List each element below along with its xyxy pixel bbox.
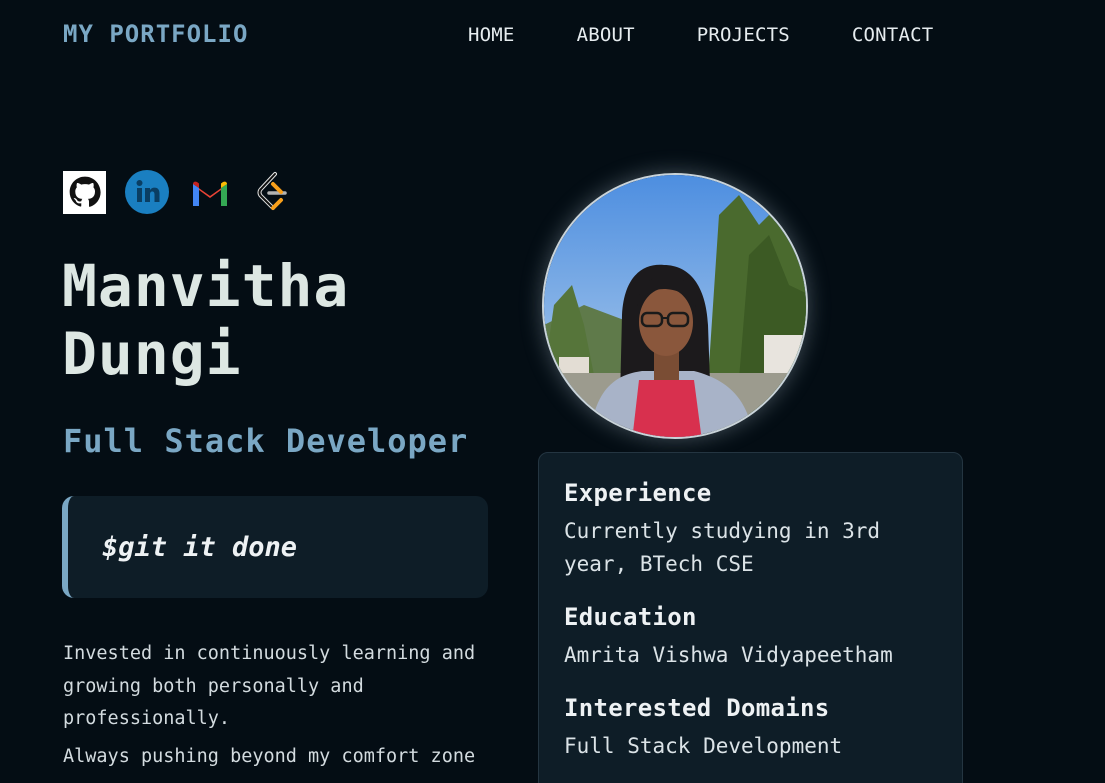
- portfolio-page: MY PORTFOLIO HOME ABOUT PROJECTS CONTACT: [0, 0, 1105, 783]
- nav-projects[interactable]: PROJECTS: [697, 24, 790, 46]
- main-nav: HOME ABOUT PROJECTS CONTACT: [468, 24, 933, 46]
- bio: Invested in continuously learning and gr…: [63, 638, 493, 778]
- github-icon[interactable]: [63, 170, 106, 214]
- social-links: [63, 170, 314, 214]
- bio-paragraph: Always pushing beyond my comfort zone: [63, 745, 476, 767]
- linkedin-icon[interactable]: [125, 170, 169, 214]
- info-card: Experience Currently studying in 3rd yea…: [538, 452, 963, 783]
- leetcode-icon[interactable]: [251, 170, 295, 214]
- education-value: Amrita Vishwa Vidyapeetham: [564, 643, 893, 667]
- profile-photo: [542, 173, 808, 439]
- hero-role: Full Stack Developer: [63, 422, 469, 460]
- nav-home[interactable]: HOME: [468, 24, 515, 46]
- gmail-icon[interactable]: [188, 170, 232, 214]
- nav-contact[interactable]: CONTACT: [852, 24, 933, 46]
- quote-block: $git it done: [62, 496, 488, 598]
- domains-value: Full Stack Development: [564, 734, 843, 758]
- name-first: Manvitha: [62, 252, 350, 320]
- nav-about[interactable]: ABOUT: [577, 24, 635, 46]
- brand-logo[interactable]: MY PORTFOLIO: [63, 20, 248, 48]
- name-last: Dungi: [62, 320, 242, 388]
- education-title: Education: [564, 603, 697, 631]
- hero-name: Manvitha Dungi: [62, 252, 349, 388]
- domains-title: Interested Domains: [564, 694, 830, 722]
- experience-title: Experience: [564, 479, 712, 507]
- bio-paragraph: Invested in continuously learning and gr…: [63, 643, 476, 729]
- experience-value: Currently studying in 3rd year, BTech CS…: [564, 519, 881, 576]
- quote-text: $git it done: [102, 531, 298, 563]
